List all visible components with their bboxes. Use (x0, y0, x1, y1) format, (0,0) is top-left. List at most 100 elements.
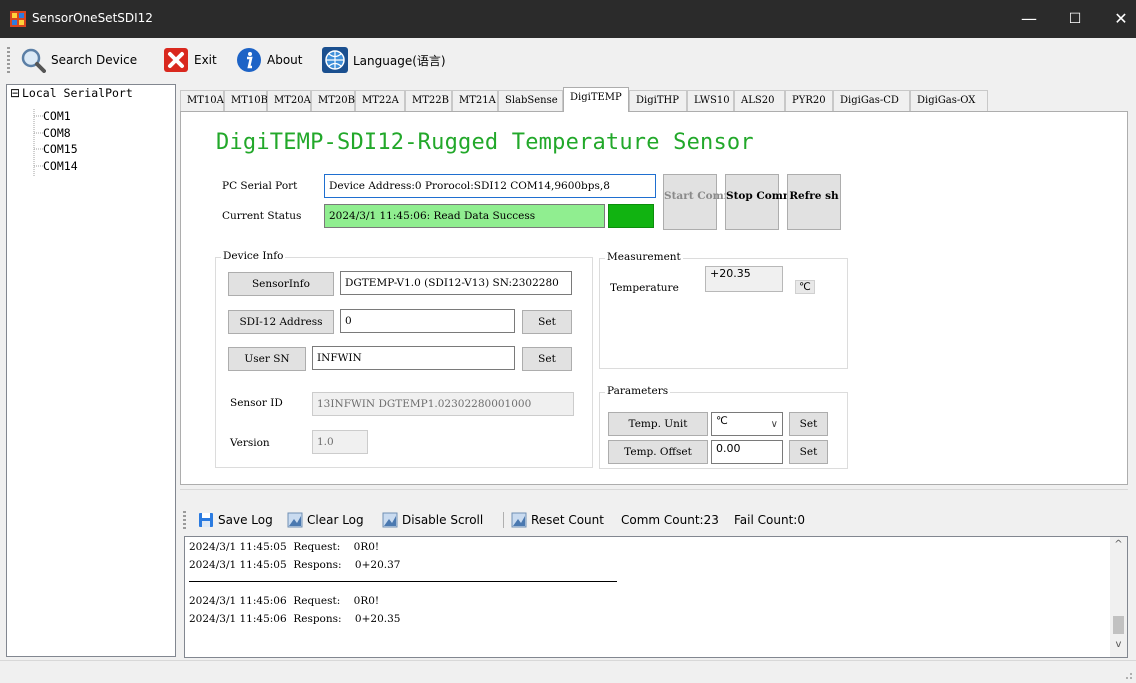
sensor-id-label: Sensor ID (230, 397, 283, 409)
sdi12-address-button[interactable]: SDI-12 Address (228, 310, 334, 334)
set-address-button[interactable]: Set (522, 310, 572, 334)
sensorinfo-button[interactable]: SensorInfo (228, 272, 334, 296)
fail-count: Fail Count:0 (734, 513, 805, 527)
log-separator (189, 581, 617, 582)
tree-port-com15[interactable]: COM15 (43, 142, 78, 156)
tree-port-com8[interactable]: COM8 (43, 126, 71, 140)
about-button[interactable]: About (236, 44, 302, 76)
log-line: 2024/3/1 11:45:05 Request: 0R0! (189, 541, 380, 553)
image-icon (287, 512, 303, 528)
log-scrollbar[interactable]: ^ v (1110, 537, 1127, 657)
chevron-down-icon: ∨ (770, 419, 778, 430)
log-line: 2024/3/1 11:45:06 Request: 0R0! (189, 595, 380, 607)
save-icon (199, 513, 213, 527)
parameters-title: Parameters (605, 385, 671, 397)
sdi12-address-field[interactable]: 0 (340, 309, 515, 333)
tab-pyr20[interactable]: PYR20 (785, 90, 833, 112)
set-user-sn-button[interactable]: Set (522, 347, 572, 371)
temp-offset-field[interactable]: 0.00 (711, 440, 783, 464)
language-button[interactable]: Language(语言) (322, 44, 446, 76)
clear-log-button[interactable]: Clear Log (287, 511, 364, 529)
current-status-field: 2024/3/1 11:45:06: Read Data Success (324, 204, 605, 228)
tab-mt22b[interactable]: MT22B (405, 90, 452, 112)
tab-als20[interactable]: ALS20 (734, 90, 785, 112)
panel-splitter[interactable] (180, 489, 1128, 503)
maximize-button[interactable]: ☐ (1052, 0, 1098, 38)
about-label: About (267, 53, 303, 67)
sensor-id-field: 13INFWIN DGTEMP1.02302280001000 (312, 392, 574, 416)
tab-digigas-cd[interactable]: DigiGas-CD (833, 90, 910, 112)
serial-port-tree[interactable]: ⊟ Local SerialPort COM1 COM8 COM15 COM14 (6, 84, 176, 657)
tab-mt10b[interactable]: MT10B (224, 90, 268, 112)
toolbar-grip (7, 47, 10, 73)
set-temp-unit-button[interactable]: Set (789, 412, 828, 436)
minimize-button[interactable]: — (1006, 0, 1052, 38)
resize-grip-icon[interactable] (1123, 670, 1133, 680)
tab-mt21a[interactable]: MT21A (452, 90, 498, 112)
current-status-label: Current Status (222, 210, 302, 222)
user-sn-field[interactable]: INFWIN (312, 346, 515, 370)
close-button[interactable]: ✕ (1098, 0, 1136, 38)
temperature-value: +20.35 (705, 266, 783, 292)
tree-expander-icon[interactable]: ⊟ (10, 86, 20, 100)
tab-slabsense[interactable]: SlabSense (498, 90, 563, 112)
version-label: Version (230, 437, 270, 449)
scroll-thumb[interactable] (1113, 616, 1124, 634)
tab-digithp[interactable]: DigiTHP (629, 90, 687, 112)
disable-scroll-label: Disable Scroll (402, 513, 484, 527)
reset-count-button[interactable]: Reset Count (511, 511, 604, 529)
temp-unit-select[interactable]: ℃ ∨ (711, 412, 783, 436)
info-icon (237, 48, 261, 72)
temperature-unit: ℃ (795, 280, 815, 294)
version-field: 1.0 (312, 430, 368, 454)
stop-comm-button[interactable]: Stop Comm (725, 174, 794, 230)
image-icon (511, 512, 527, 528)
exit-icon (164, 48, 188, 72)
tab-mt22a[interactable]: MT22A (355, 90, 405, 112)
reset-count-label: Reset Count (531, 513, 604, 527)
log-textarea[interactable]: 2024/3/1 11:45:05 Request: 0R0! 2024/3/1… (184, 536, 1128, 658)
search-icon (21, 48, 46, 73)
temp-offset-button[interactable]: Temp. Offset (608, 440, 708, 464)
main-toolbar: Search Device Exit About Language(语言) (0, 38, 1136, 82)
device-info-title: Device Info (221, 250, 286, 262)
temp-unit-button[interactable]: Temp. Unit (608, 412, 708, 436)
disable-scroll-button[interactable]: Disable Scroll (382, 511, 483, 529)
tree-port-com1[interactable]: COM1 (43, 109, 71, 123)
app-icon (10, 11, 26, 27)
tab-lws10[interactable]: LWS10 (687, 90, 734, 112)
start-comm-button[interactable]: Start Comm (663, 174, 735, 230)
set-temp-offset-button[interactable]: Set (789, 440, 828, 464)
tab-digitemp[interactable]: DigiTEMP (563, 87, 629, 112)
title-bar: SensorOneSetSDI12 — ☐ ✕ (0, 0, 1136, 38)
tree-port-com14[interactable]: COM14 (43, 159, 78, 173)
exit-button[interactable]: Exit (163, 44, 217, 76)
language-label: Language(语言) (353, 53, 446, 68)
search-device-button[interactable]: Search Device (20, 44, 137, 76)
refresh-button[interactable]: Refre sh (787, 174, 841, 230)
status-bar (0, 660, 1136, 683)
toolbar-separator (503, 512, 504, 528)
temp-unit-selected: ℃ (716, 415, 728, 427)
pc-serial-port-label: PC Serial Port (222, 180, 298, 192)
exit-label: Exit (194, 53, 217, 67)
clear-log-label: Clear Log (307, 513, 364, 527)
save-log-label: Save Log (218, 513, 273, 527)
pc-serial-port-field[interactable]: Device Address:0 Prorocol:SDI12 COM14,96… (324, 174, 656, 198)
tree-root-local-serialport[interactable]: Local SerialPort (22, 86, 133, 100)
sensorinfo-field[interactable]: DGTEMP-V1.0 (SDI12-V13) SN:2302280 (340, 271, 572, 295)
tab-mt10a[interactable]: MT10A (180, 90, 224, 112)
tab-mt20b[interactable]: MT20B (311, 90, 355, 112)
scroll-down-icon[interactable]: v (1110, 639, 1127, 653)
device-title: DigiTEMP-SDI12-Rugged Temperature Sensor (216, 130, 754, 155)
user-sn-button[interactable]: User SN (228, 347, 306, 371)
search-device-label: Search Device (51, 53, 138, 67)
measurement-title: Measurement (605, 251, 683, 263)
tab-mt20a[interactable]: MT20A (267, 90, 311, 112)
tab-digigas-ox[interactable]: DigiGas-OX (910, 90, 988, 112)
save-log-button[interactable]: Save Log (198, 511, 273, 529)
scroll-up-icon[interactable]: ^ (1110, 539, 1127, 553)
temperature-label: Temperature (610, 282, 679, 294)
log-line: 2024/3/1 11:45:05 Respons: 0+20.37 (189, 559, 401, 571)
image-icon (382, 512, 398, 528)
